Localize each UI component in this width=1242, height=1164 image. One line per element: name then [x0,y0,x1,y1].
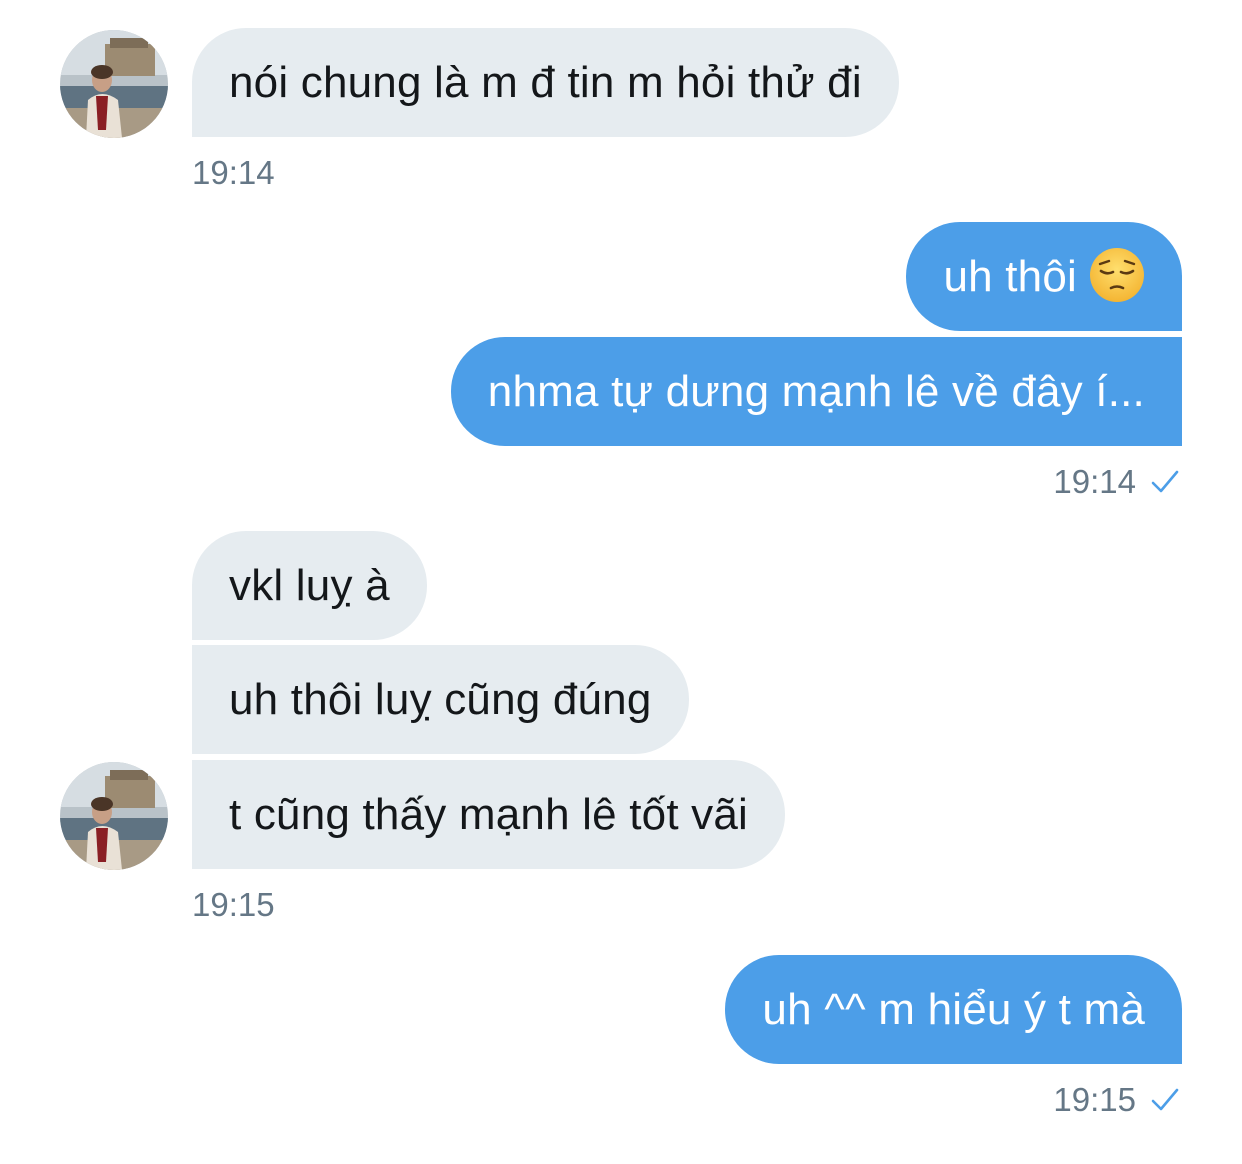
message-timestamp-row: 19:14 [1053,462,1180,502]
avatar-photo [60,30,168,138]
incoming-message[interactable]: vkl luỵ à [192,531,427,640]
incoming-message[interactable]: t cũng thấy mạnh lê tốt vãi [192,760,786,869]
checkmark-icon [1151,470,1179,493]
outgoing-message[interactable]: nhma tự dưng mạnh lê về đây í... [450,337,1182,446]
message-timestamp: 19:15 [192,886,275,923]
message-text: uh thôi [943,252,1077,301]
message-timestamp: 19:15 [1053,1081,1136,1118]
outgoing-message[interactable]: uh ^^ m hiểu ý t mà [725,955,1182,1064]
avatar-photo [60,762,168,870]
contact-avatar[interactable] [60,30,168,138]
message-timestamp: 19:14 [192,154,275,191]
checkmark-icon [1151,1088,1179,1111]
message-timestamp: 19:14 [1053,463,1136,500]
outgoing-message[interactable]: uh thôi [906,222,1182,331]
pensive-face-icon [1090,248,1144,303]
incoming-message[interactable]: nói chung là m đ tin m hỏi thử đi [192,28,899,137]
contact-avatar[interactable] [60,762,168,870]
message-timestamp-row: 19:15 [1053,1080,1180,1120]
incoming-message[interactable]: uh thôi luỵ cũng đúng [192,645,689,754]
